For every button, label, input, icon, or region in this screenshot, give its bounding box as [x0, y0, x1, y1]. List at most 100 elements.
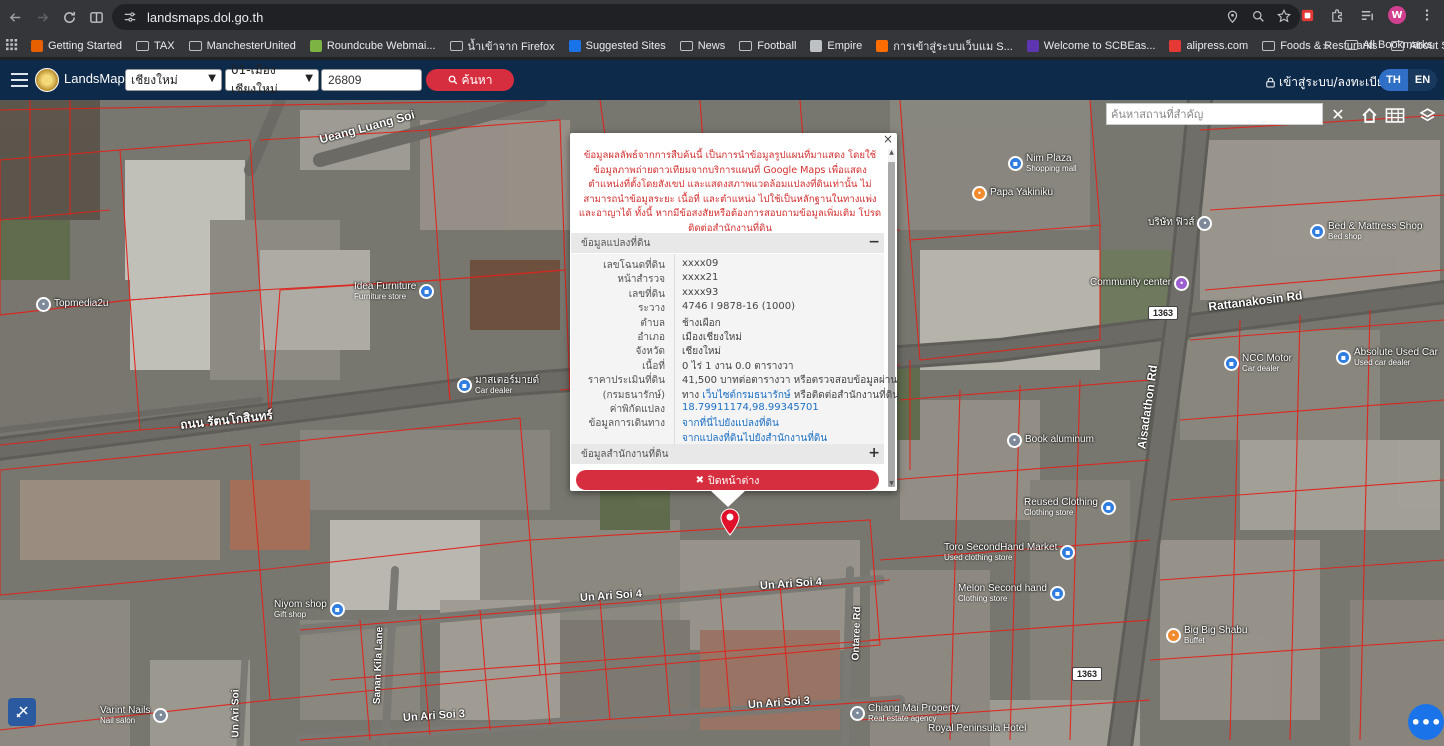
all-bookmarks-folder[interactable]: All Bookmarks — [1340, 35, 1438, 55]
poi-marker[interactable]: Niyom shop Gift shop ▪ — [274, 599, 345, 619]
collapse-icon[interactable]: − — [868, 234, 880, 250]
media-controls-icon[interactable] — [1358, 6, 1376, 24]
landmark-search-input[interactable]: ค้นหาสถานที่สำคัญ — [1106, 103, 1323, 125]
poi-marker[interactable]: • Big Big Shabu Buffet — [1166, 625, 1247, 645]
info-key: เลขโฉนดที่ดิน — [603, 260, 665, 271]
poi-marker[interactable]: Community center • — [1090, 276, 1190, 291]
close-window-button[interactable]: ✖ ปิดหน้าต่าง — [576, 470, 879, 490]
bookmark-item[interactable]: น้ำเข้าจาก Firefox — [445, 36, 560, 56]
place-icon: • — [1007, 433, 1022, 448]
poi-marker[interactable]: Reused Clothing Clothing store ▪ — [1024, 497, 1116, 517]
poi-marker[interactable]: ▪ Bed & Mattress Shop Bed shop — [1310, 221, 1423, 241]
section-header-parcel[interactable]: ข้อมูลแปลงที่ดิน − — [571, 233, 884, 253]
poi-marker[interactable]: Idea Furniture Furniture store ▪ — [354, 281, 435, 301]
scroll-thumb[interactable] — [888, 162, 895, 487]
bookmark-item[interactable]: Football — [734, 36, 801, 56]
popup-close-icon[interactable]: × — [882, 133, 894, 145]
poi-marker[interactable]: • Book aluminum — [1007, 433, 1094, 448]
login-label: เข้าสู่ระบบ/ลงทะเบียน — [1279, 75, 1393, 89]
poi-marker[interactable]: • Topmedia2u — [36, 297, 108, 312]
info-value: เชียงใหม่ — [682, 346, 722, 358]
close-icon[interactable]: ✕ — [1329, 104, 1347, 124]
chevron-down-icon: ▼ — [305, 73, 313, 84]
scroll-up-icon[interactable]: ▲ — [888, 149, 895, 156]
shopping-icon: ▪ — [1310, 223, 1325, 239]
info-row: ราคาประเมินที่ดิน 41,500 บาทต่อตารางวา หร… — [571, 373, 897, 387]
folder-icon — [136, 40, 149, 51]
site-info-icon[interactable] — [121, 8, 139, 26]
reload-icon[interactable] — [56, 4, 82, 30]
info-link[interactable]: เว็บไซต์กรมธนารักษ์ — [702, 390, 790, 401]
hamburger-menu-icon[interactable] — [11, 73, 28, 87]
bookmark-item[interactable]: Suggested Sites — [564, 36, 671, 56]
grid-table-icon[interactable] — [1382, 103, 1408, 127]
layers-icon[interactable] — [1414, 103, 1440, 127]
poi-marker[interactable]: ▪ NCC Motor Car dealer — [1224, 353, 1292, 373]
bookmark-label: Football — [757, 39, 797, 52]
tools-fab-icon[interactable] — [8, 698, 36, 726]
menu-kebab-icon[interactable] — [1418, 6, 1436, 24]
bookmark-item[interactable]: TAX — [131, 36, 180, 56]
province-select[interactable]: เชียงใหม่ ▼ — [125, 69, 222, 91]
info-value: 4746 I 9878-16 (1000) — [682, 301, 795, 313]
login-link[interactable]: เข้าสู่ระบบ/ลงทะเบียน — [1266, 73, 1392, 92]
info-key: ตำบล — [640, 317, 665, 329]
address-bar[interactable]: landsmaps.dol.go.th — [112, 4, 1300, 30]
url-text[interactable]: landsmaps.dol.go.th — [147, 10, 263, 25]
info-link[interactable]: จากที่นี่ไปยังแปลงที่ดิน — [682, 418, 779, 429]
info-row: อำเภอ เมืองเชียงใหม่ — [571, 330, 884, 344]
section-header-office[interactable]: ข้อมูลสำนักงานที่ดิน + — [571, 444, 884, 464]
info-row: จังหวัด เชียงใหม่ — [571, 344, 884, 358]
district-select[interactable]: 01-เมืองเชียงใหม่ ▼ — [225, 63, 319, 96]
back-icon[interactable] — [2, 4, 28, 30]
home-icon[interactable] — [1356, 103, 1382, 127]
scroll-down-icon[interactable]: ▼ — [888, 480, 895, 487]
profile-avatar[interactable]: W — [1388, 6, 1406, 24]
poi-marker[interactable]: ▪ Absolute Used Car Used car dealer — [1336, 347, 1438, 367]
bookmark-item[interactable]: ManchesterUnited — [184, 36, 301, 56]
zoom-icon[interactable] — [1250, 8, 1266, 24]
lang-th-button[interactable]: TH — [1379, 69, 1408, 91]
more-bookmarks-icon[interactable]: » — [1322, 38, 1329, 53]
extensions-icon[interactable] — [1328, 6, 1346, 24]
popup-scrollbar[interactable]: ▲ ▼ — [888, 149, 895, 487]
search-button[interactable]: ค้นหา — [426, 69, 514, 91]
bookmark-item[interactable]: Roundcube Webmai... — [305, 36, 441, 56]
poi-marker[interactable]: Royal Peninsula Hotel — [928, 723, 1026, 735]
info-value: จากที่นี่ไปยังแปลงที่ดิน — [682, 416, 779, 431]
search-icon — [448, 75, 457, 85]
bookmark-item[interactable]: Getting Started — [26, 36, 127, 56]
forward-icon[interactable] — [29, 4, 55, 30]
info-value: xxxx09 — [682, 258, 719, 269]
dol-logo — [35, 68, 59, 92]
bookmark-item[interactable]: Welcome to SCBEas... — [1022, 36, 1161, 56]
parcel-number-input[interactable]: 26809 — [321, 69, 422, 91]
bookmark-star-icon[interactable] — [1276, 8, 1292, 24]
poi-marker[interactable]: Melon Second hand Clothing store ▪ — [958, 583, 1065, 603]
info-link[interactable]: จากแปลงที่ดินไปยังสำนักงานที่ดิน — [682, 433, 827, 444]
poi-marker[interactable]: ▪ Nim Plaza Shopping mall — [1008, 153, 1077, 173]
extension-red-icon[interactable] — [1298, 6, 1316, 24]
bookmark-item[interactable]: alipress.com — [1164, 36, 1253, 56]
location-icon[interactable] — [1224, 8, 1240, 24]
folder-icon — [188, 40, 202, 51]
bookmark-label: Empire — [827, 39, 863, 52]
expand-icon[interactable]: + — [868, 445, 880, 461]
side-panel-icon[interactable] — [83, 4, 109, 30]
apps-grid-icon[interactable] — [6, 38, 18, 53]
bookmark-item[interactable]: Empire — [805, 36, 867, 56]
shopping-icon: ▪ — [1060, 544, 1076, 560]
info-value-suffix: หรือติดต่อสำนักงานที่ดิน — [790, 389, 900, 401]
poi-marker[interactable]: Toro SecondHand Market Used clothing stor… — [944, 542, 1076, 562]
bookmark-item[interactable]: News — [675, 36, 731, 56]
poi-marker[interactable]: • Papa Yakiniku — [972, 186, 1053, 201]
bookmark-item[interactable]: การเข้าสู่ระบบเว็บแม S... — [871, 36, 1018, 56]
info-key: หน้าสำรวจ — [617, 274, 665, 286]
poi-marker[interactable]: ▪ มาสเตอร์มายด์ Car dealer — [457, 375, 539, 395]
info-link[interactable]: 18.79911174,98.99345701 — [682, 402, 819, 413]
poi-marker[interactable]: บริษัท ฟิวส์ • — [1148, 216, 1213, 231]
chat-fab-icon[interactable]: ••• — [1408, 704, 1444, 740]
lang-en-button[interactable]: EN — [1408, 69, 1437, 91]
poi-marker[interactable]: Varint Nails Nail salon • — [100, 705, 169, 725]
poi-marker[interactable]: • Chiang Mai Property Real estate agency — [850, 703, 959, 723]
